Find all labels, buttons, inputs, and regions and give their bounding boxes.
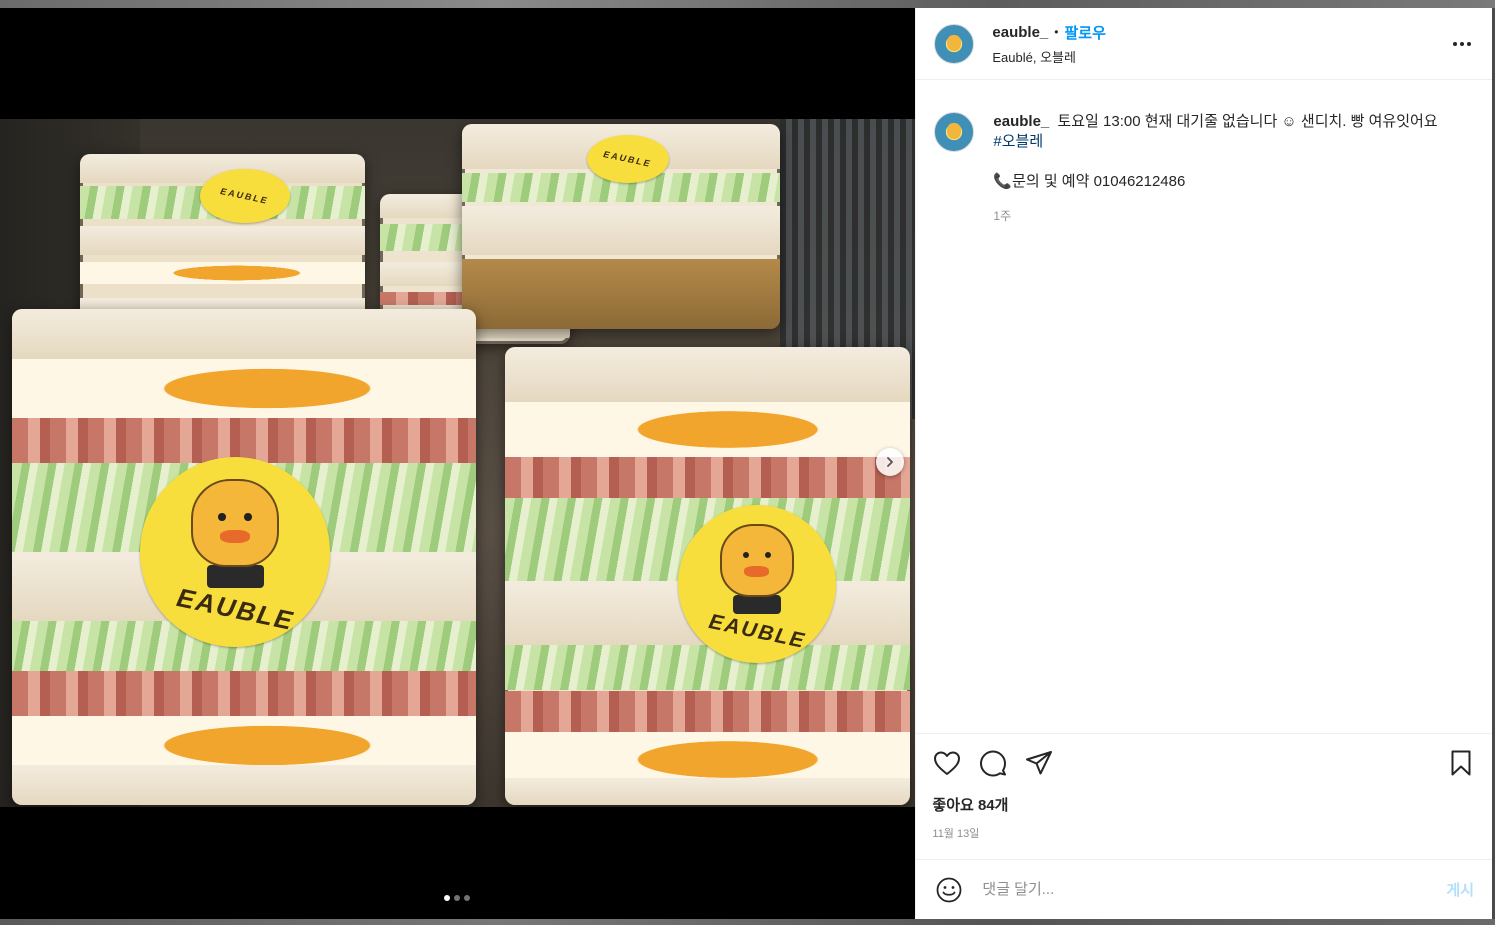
hashtag-link[interactable]: #오블레 — [993, 132, 1437, 152]
carousel-next-button[interactable] — [876, 448, 904, 476]
emoji-button[interactable] — [934, 875, 964, 905]
emoji-icon — [936, 877, 962, 902]
duck-mascot-icon — [191, 479, 279, 567]
duck-apron — [206, 564, 264, 588]
caption-time-ago: 1주 — [993, 209, 1012, 223]
post-header-meta: eauble_ • 팔로우 Eaublé, 오블레 — [992, 22, 1450, 66]
post-media: EAUBLE EAUBLE EAUBLE EAUBLE — [0, 8, 916, 919]
carousel-dots — [444, 895, 470, 901]
actions-section: 좋아요 84개 11월 13일 — [916, 733, 1492, 859]
action-bar — [932, 748, 1476, 778]
caption-row: eauble_ 토요일 13:00 현재 대기줄 없습니다 ☺ 샌디치. 빵 여… — [934, 112, 1474, 226]
share-button[interactable] — [1024, 748, 1054, 778]
more-options-button[interactable] — [1450, 32, 1474, 56]
carousel-dot — [454, 895, 460, 901]
like-button[interactable] — [932, 748, 962, 778]
comment-input[interactable] — [980, 880, 1447, 899]
duck-mascot-icon — [720, 523, 794, 598]
sandwich-sticker-back-right: EAUBLE — [587, 135, 669, 183]
post-date: 11월 13일 — [932, 828, 980, 840]
post-location[interactable]: Eaublé, 오블레 — [992, 47, 1450, 66]
carousel-dot — [444, 895, 450, 901]
post-header: eauble_ • 팔로우 Eaublé, 오블레 — [916, 8, 1492, 80]
post-comment-button[interactable]: 게시 — [1446, 879, 1474, 900]
chevron-right-icon — [887, 457, 893, 467]
sandwich-sticker-front-left: EAUBLE — [140, 457, 330, 647]
caption-text: 토요일 13:00 현재 대기줄 없습니다 ☺ 샌디치. 빵 여유잇어요 — [1057, 113, 1438, 130]
sandwich-sticker-front-right: EAUBLE — [678, 505, 836, 663]
caption-username[interactable]: eauble_ — [993, 113, 1049, 130]
carousel-dot — [464, 895, 470, 901]
post-modal: EAUBLE EAUBLE EAUBLE EAUBLE eauble_ • 팔로… — [0, 8, 1492, 919]
backdrop-top — [0, 0, 1495, 8]
save-button[interactable] — [1446, 748, 1476, 778]
share-icon — [1026, 751, 1053, 775]
avatar[interactable] — [934, 23, 975, 64]
comment-form: 게시 — [916, 859, 1492, 919]
likes-count[interactable]: 좋아요 84개 — [932, 794, 1476, 815]
author-username[interactable]: eauble_ — [992, 24, 1048, 41]
caption-contact: 📞문의 및 예약 01046212486 — [993, 173, 1186, 190]
heart-icon — [934, 751, 961, 775]
comment-icon — [980, 750, 1007, 777]
caption: eauble_ 토요일 13:00 현재 대기줄 없습니다 ☺ 샌디치. 빵 여… — [993, 112, 1437, 226]
more-horizontal-icon — [1453, 41, 1471, 46]
duck-apron — [733, 595, 781, 615]
comment-button[interactable] — [978, 748, 1008, 778]
post-sidebar: eauble_ • 팔로우 Eaublé, 오블레 eauble_ 토요일 13… — [915, 8, 1492, 919]
backdrop-bottom — [0, 919, 1495, 925]
bookmark-icon — [1451, 750, 1471, 776]
sandwich-sticker-back-left: EAUBLE — [200, 169, 290, 223]
header-separator: • — [1054, 25, 1059, 39]
comments-section: eauble_ 토요일 13:00 현재 대기줄 없습니다 ☺ 샌디치. 빵 여… — [916, 80, 1492, 733]
follow-button[interactable]: 팔로우 — [1064, 22, 1105, 43]
caption-avatar[interactable] — [934, 112, 975, 152]
post-photo: EAUBLE EAUBLE EAUBLE EAUBLE — [0, 119, 916, 901]
